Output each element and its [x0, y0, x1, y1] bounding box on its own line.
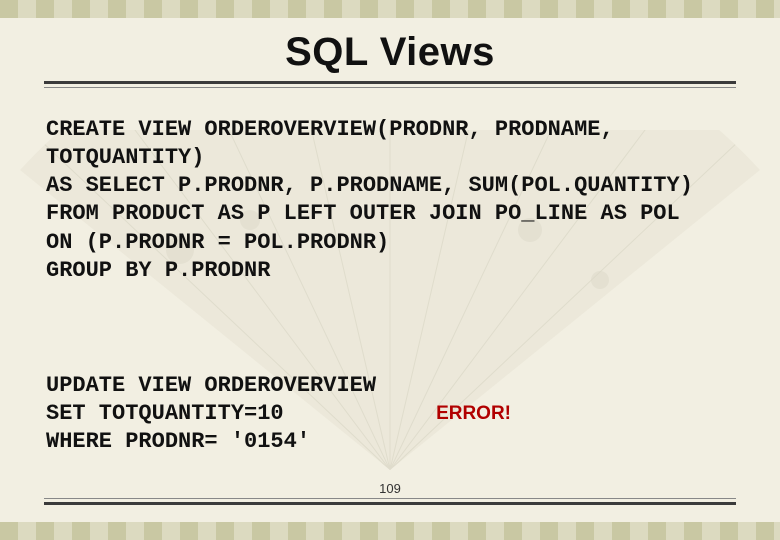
footer-rule-thin [44, 498, 736, 499]
sql-update-view-code: UPDATE VIEW ORDEROVERVIEW SET TOTQUANTIT… [46, 372, 376, 456]
slide-title: SQL Views [44, 30, 736, 75]
decorative-top-border [0, 0, 780, 18]
title-rule-thick [44, 81, 736, 84]
title-rule-thin [44, 87, 736, 88]
page-number: 109 [0, 481, 780, 496]
decorative-bottom-border [0, 522, 780, 540]
footer-rule-thick [44, 502, 736, 505]
sql-create-view-code: CREATE VIEW ORDEROVERVIEW(PRODNR, PRODNA… [46, 116, 734, 285]
error-label: ERROR! [436, 403, 511, 425]
